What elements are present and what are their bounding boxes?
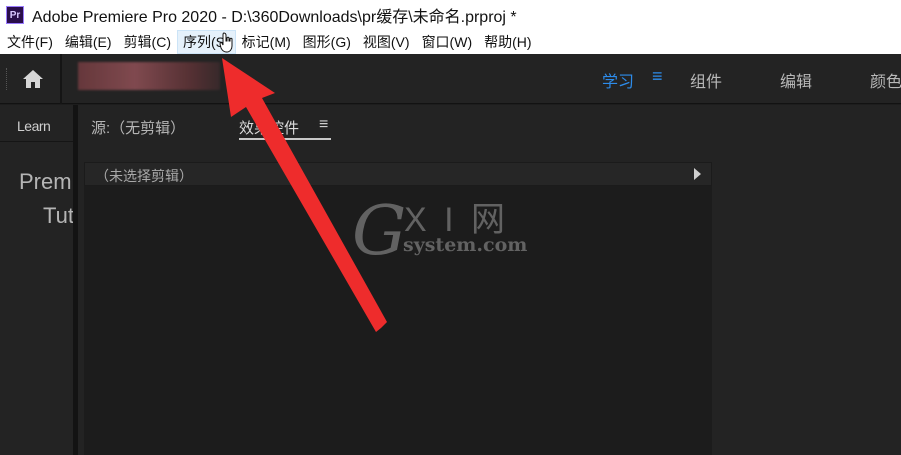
premiere-app-icon: Pr — [6, 6, 24, 24]
menu-clip[interactable]: 剪辑(C) — [118, 30, 177, 54]
menu-help[interactable]: 帮助(H) — [478, 30, 537, 54]
menu-window[interactable]: 窗口(W) — [416, 30, 479, 54]
watermark: G X I 网 system.com — [346, 190, 546, 275]
hand-cursor-icon — [219, 32, 233, 53]
tab-learn[interactable]: Learn — [17, 118, 51, 134]
menu-file[interactable]: 文件(F) — [0, 30, 59, 54]
tab-effect-controls[interactable]: 效果控件 — [239, 117, 299, 138]
workspace-tab-learn[interactable]: 学习 — [602, 68, 634, 92]
menu-edit[interactable]: 编辑(E) — [59, 30, 118, 54]
clip-header: （未选择剪辑） — [84, 162, 712, 186]
panel-menu-icon[interactable]: ≡ — [319, 116, 328, 134]
menu-view[interactable]: 视图(V) — [357, 30, 416, 54]
window-title: Adobe Premiere Pro 2020 - D:\360Download… — [32, 9, 517, 26]
drag-grip-icon[interactable] — [6, 68, 9, 90]
toolbar-divider — [60, 54, 62, 104]
watermark-letter: G — [352, 192, 407, 271]
active-tab-underline — [239, 138, 331, 140]
learn-heading-line1: Prem — [19, 169, 72, 194]
panel-divider — [0, 141, 73, 142]
play-triangle-icon[interactable] — [694, 168, 701, 180]
learn-panel: Learn Prem Tut — [0, 105, 74, 455]
redacted-project-name — [78, 62, 220, 90]
menu-markers[interactable]: 标记(M) — [236, 30, 297, 54]
source-effects-panel: 源:（无剪辑） 效果控件 ≡ （未选择剪辑） — [78, 105, 901, 455]
tab-source[interactable]: 源:（无剪辑） — [91, 117, 185, 138]
title-bar: Pr Adobe Premiere Pro 2020 - D:\360Downl… — [0, 0, 901, 30]
workspace-bar: 学习 ≡ 组件 编辑 颜色 — [0, 54, 901, 104]
home-icon[interactable] — [21, 67, 45, 91]
no-clip-selected-label: （未选择剪辑） — [95, 168, 193, 184]
menu-graphics[interactable]: 图形(G) — [297, 30, 357, 54]
workspace-tab-color[interactable]: 颜色 — [870, 68, 901, 92]
learn-heading-line2: Tut — [43, 203, 74, 228]
watermark-bottom: system.com — [403, 234, 528, 256]
hamburger-icon[interactable]: ≡ — [652, 66, 663, 87]
workspace-tab-editing[interactable]: 编辑 — [780, 68, 812, 92]
workspace-tab-assembly[interactable]: 组件 — [690, 68, 722, 92]
menu-bar: 文件(F) 编辑(E) 剪辑(C) 序列(S) 标记(M) 图形(G) 视图(V… — [0, 30, 901, 54]
